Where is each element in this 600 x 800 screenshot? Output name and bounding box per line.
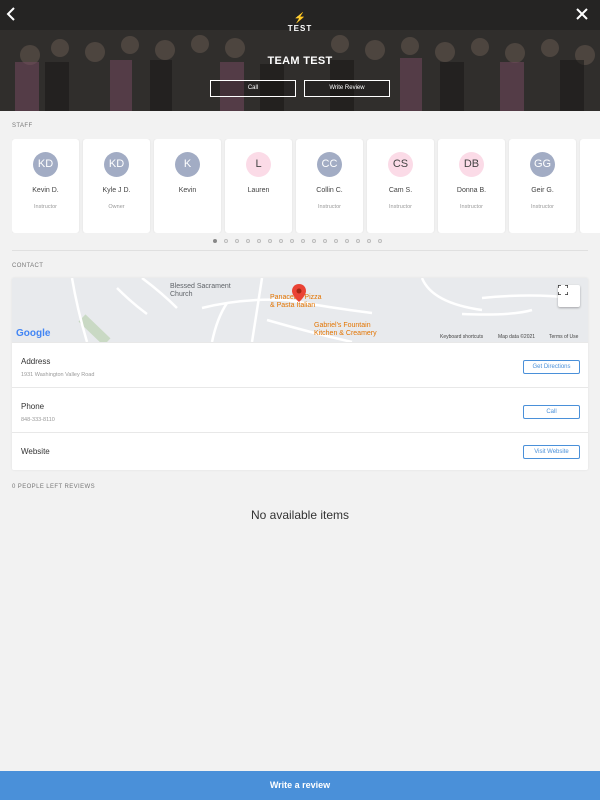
phone-value: 848-333-8110 [21, 417, 55, 423]
avatar: KD [33, 152, 58, 177]
staff-section-label: STAFF [12, 123, 33, 129]
carousel-dot[interactable] [213, 239, 217, 243]
phone-title: Phone [21, 402, 45, 411]
staff-card[interactable]: L Lauren [225, 139, 292, 233]
staff-name: Cam S. [388, 187, 413, 194]
staff-role: Instructor [460, 204, 483, 210]
carousel-dot[interactable] [312, 239, 316, 243]
contact-section-label: CONTACT [12, 263, 44, 269]
carousel-dot[interactable] [246, 239, 250, 243]
location-pin-icon [292, 284, 306, 302]
get-directions-button[interactable]: Get Directions [523, 360, 580, 374]
staff-name: Geir G. [531, 187, 554, 194]
staff-name: Kevin D. [32, 187, 59, 194]
staff-name: Lauren [247, 187, 270, 194]
map-shortcuts-link[interactable]: Keyboard shortcuts [440, 334, 483, 340]
staff-name: Collin C. [316, 187, 343, 194]
map-data-label: Map data ©2021 [498, 334, 536, 340]
call-button[interactable]: Call [210, 80, 296, 97]
page-title: TEAM TEST [267, 55, 333, 67]
staff-card[interactable]: CC Collin C. Instructor [296, 139, 363, 233]
staff-role: Instructor [389, 204, 412, 210]
visit-website-button[interactable]: Visit Website [523, 445, 580, 459]
staff-carousel[interactable]: KD Kevin D. Instructor KD Kyle J D. Owne… [12, 139, 600, 233]
carousel-dot[interactable] [334, 239, 338, 243]
carousel-dot[interactable] [323, 239, 327, 243]
google-logo: Google [16, 328, 51, 339]
close-icon[interactable] [574, 6, 590, 24]
carousel-dot[interactable] [290, 239, 294, 243]
staff-card[interactable]: KD Kevin D. Instructor [12, 139, 79, 233]
write-a-review-button[interactable]: Write a review [0, 771, 600, 800]
staff-name: Kevin [178, 187, 197, 194]
address-value: 1931 Washington Valley Road [21, 372, 95, 378]
staff-role: Instructor [34, 204, 57, 210]
carousel-dot[interactable] [345, 239, 349, 243]
call-phone-button[interactable]: Call [523, 405, 580, 419]
map-poi-restaurant: Gabriel's Fountain Kitchen & Creamery [314, 322, 377, 337]
staff-card[interactable]: K Kevin [154, 139, 221, 233]
staff-card[interactable]: KD Kyle J D. Owner [83, 139, 150, 233]
write-review-button[interactable]: Write Review [304, 80, 390, 97]
staff-name: Donna B. [456, 187, 487, 194]
website-row: Website Visit Website [12, 432, 588, 470]
website-title: Website [21, 447, 50, 456]
reviews-section-label: 0 PEOPLE LEFT REVIEWS [12, 484, 95, 490]
staff-card[interactable]: CS Cam S. Instructor [367, 139, 434, 233]
address-title: Address [21, 357, 51, 366]
contact-card: Blessed Sacrament Church Panacea's Pizza &… [12, 278, 588, 470]
avatar: K [175, 152, 200, 177]
phone-row: Phone 848-333-8110 Call [12, 387, 588, 432]
carousel-dot[interactable] [235, 239, 239, 243]
carousel-dot[interactable] [224, 239, 228, 243]
avatar: CS [388, 152, 413, 177]
lightning-icon: ⚡ [293, 13, 307, 24]
staff-card[interactable] [580, 139, 600, 233]
avatar: KD [104, 152, 129, 177]
carousel-dot[interactable] [301, 239, 305, 243]
staff-name: Kyle J D. [102, 187, 131, 194]
map-terms-link[interactable]: Terms of Use [549, 334, 578, 340]
carousel-dot[interactable] [367, 239, 371, 243]
staff-card[interactable]: DB Donna B. Instructor [438, 139, 505, 233]
fullscreen-icon[interactable] [558, 285, 580, 307]
staff-card[interactable]: GG Geir G. Instructor [509, 139, 576, 233]
avatar: CC [317, 152, 342, 177]
map[interactable]: Blessed Sacrament Church Panacea's Pizza &… [12, 278, 588, 342]
divider [12, 250, 588, 251]
gym-logo: ⚡ TEST [282, 14, 318, 36]
hero-banner: ⚡ TEST TEAM TEST Call Write Review [0, 0, 600, 111]
carousel-dot[interactable] [378, 239, 382, 243]
staff-role: Instructor [531, 204, 554, 210]
map-label-church: Blessed Sacrament Church [170, 283, 231, 298]
staff-role: Owner [108, 204, 125, 210]
carousel-dot[interactable] [279, 239, 283, 243]
avatar: DB [459, 152, 484, 177]
carousel-dot[interactable] [257, 239, 261, 243]
carousel-dot[interactable] [268, 239, 272, 243]
empty-reviews-message: No available items [250, 508, 350, 522]
carousel-dot[interactable] [356, 239, 360, 243]
staff-role: Instructor [318, 204, 341, 210]
avatar: GG [530, 152, 555, 177]
avatar: L [246, 152, 271, 177]
address-row: Address 1931 Washington Valley Road Get … [12, 342, 588, 387]
back-icon[interactable] [6, 6, 22, 24]
